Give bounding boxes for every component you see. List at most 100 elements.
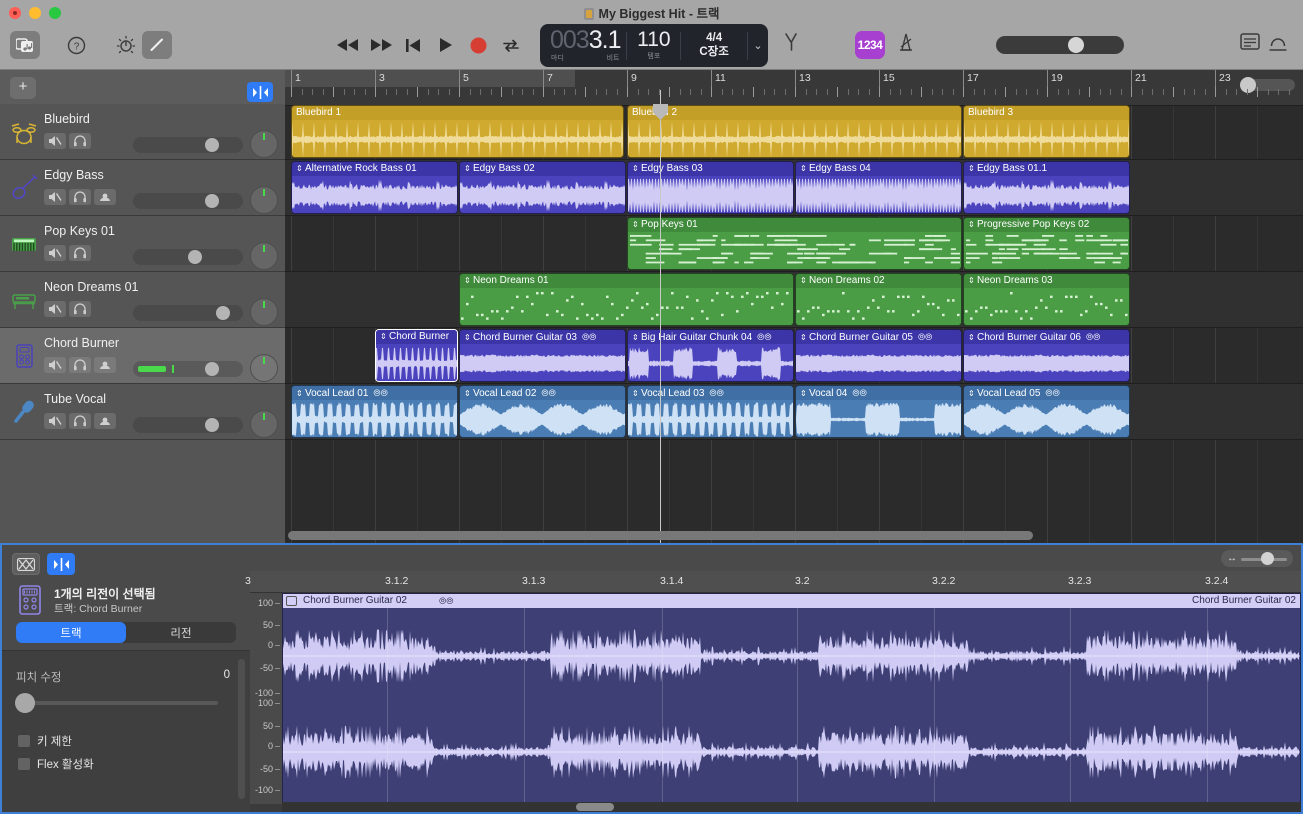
library-button[interactable]: [10, 31, 40, 59]
chevron-down-icon[interactable]: ⌄: [748, 39, 768, 52]
go-to-start-button[interactable]: [400, 31, 428, 59]
scrollbar-thumb[interactable]: [288, 531, 1033, 540]
pan-knob[interactable]: [250, 354, 278, 382]
region[interactable]: ⇕Alternative Rock Bass 01: [291, 161, 458, 214]
solo-button[interactable]: [69, 413, 91, 429]
pan-knob[interactable]: [250, 298, 278, 326]
pitch-correction-slider[interactable]: [18, 701, 218, 705]
lcd-position[interactable]: 003 3.1 마디 비트: [540, 24, 626, 67]
region[interactable]: ⇕Big Hair Guitar Chunk 04⦾⦾: [627, 329, 794, 382]
track-volume-slider[interactable]: [133, 417, 243, 433]
lcd-display[interactable]: 003 3.1 마디 비트 110 템포 4/4 C장조 ⌄: [540, 24, 768, 67]
track-lanes-grid[interactable]: Bluebird 1Bluebird 2Bluebird 3⇕Alternati…: [285, 106, 1303, 543]
timeline-horizontal-scrollbar[interactable]: [288, 531, 1300, 540]
track-lane-4[interactable]: [285, 272, 1303, 328]
mute-button[interactable]: [44, 133, 66, 149]
solo-button[interactable]: [69, 133, 91, 149]
region[interactable]: ⇕Pop Keys 01: [627, 217, 962, 270]
play-button[interactable]: [432, 31, 460, 59]
fast-forward-button[interactable]: [368, 31, 396, 59]
region[interactable]: ⇕Chord Burner: [375, 329, 458, 382]
zoom-slider-knob[interactable]: [1240, 77, 1256, 93]
smart-controls-button[interactable]: [112, 31, 140, 59]
region[interactable]: ⇕Vocal Lead 01⦾⦾: [291, 385, 458, 438]
tab-track[interactable]: 트랙: [16, 622, 126, 643]
ruler-cycle-band[interactable]: [285, 70, 575, 87]
editor-ruler[interactable]: 33.1.23.1.33.1.43.23.2.23.2.33.2.4: [250, 571, 1301, 593]
solo-button[interactable]: [69, 357, 91, 373]
playhead[interactable]: [660, 90, 661, 543]
region[interactable]: ⇕Neon Dreams 02: [795, 273, 962, 326]
region[interactable]: ⇕Vocal Lead 05⦾⦾: [963, 385, 1130, 438]
track-name[interactable]: Tube Vocal: [44, 392, 106, 406]
track-header-4[interactable]: Neon Dreams 01: [0, 272, 285, 328]
editor-region-title-bar[interactable]: Chord Burner Guitar 02 ⦾⦾ Chord Burner G…: [283, 594, 1300, 608]
volume-knob[interactable]: [205, 194, 219, 208]
pan-knob[interactable]: [250, 242, 278, 270]
solo-button[interactable]: [69, 301, 91, 317]
lcd-signature[interactable]: 4/4 C장조: [681, 24, 747, 67]
track-name[interactable]: Chord Burner: [44, 336, 119, 350]
rewind-button[interactable]: [334, 31, 362, 59]
note-pad-button[interactable]: [1240, 33, 1262, 55]
mute-button[interactable]: [44, 357, 66, 373]
record-enable-button[interactable]: [94, 357, 116, 373]
volume-knob[interactable]: [205, 362, 219, 376]
editor-region[interactable]: Chord Burner Guitar 02 ⦾⦾ Chord Burner G…: [282, 593, 1301, 804]
lcd-tempo[interactable]: 110 템포: [627, 24, 680, 67]
region[interactable]: Bluebird 1: [291, 105, 624, 158]
track-name[interactable]: Neon Dreams 01: [44, 280, 139, 294]
cycle-button[interactable]: [497, 31, 525, 59]
mute-button[interactable]: [44, 301, 66, 317]
track-header-3[interactable]: Pop Keys 01: [0, 216, 285, 272]
editor-horizontal-scrollbar[interactable]: [282, 802, 1301, 812]
track-volume-slider[interactable]: [133, 137, 243, 153]
tab-region[interactable]: 리전: [126, 622, 236, 643]
region[interactable]: ⇕Edgy Bass 01.1: [963, 161, 1130, 214]
track-name[interactable]: Edgy Bass: [44, 168, 104, 182]
region[interactable]: ⇕Chord Burner Guitar 05⦾⦾: [795, 329, 962, 382]
region[interactable]: ⇕Vocal Lead 03⦾⦾: [627, 385, 794, 438]
track-header-1[interactable]: Bluebird: [0, 104, 285, 160]
inspector-scrollbar[interactable]: [238, 659, 245, 799]
region[interactable]: ⇕Edgy Bass 04: [795, 161, 962, 214]
volume-knob[interactable]: [205, 418, 219, 432]
track-name[interactable]: Bluebird: [44, 112, 90, 126]
volume-knob[interactable]: [205, 138, 219, 152]
pitch-correction-knob[interactable]: [15, 693, 35, 713]
mute-button[interactable]: [44, 245, 66, 261]
loop-browser-button[interactable]: [1268, 33, 1290, 55]
mute-button[interactable]: [44, 413, 66, 429]
editors-button[interactable]: [142, 31, 172, 59]
pan-knob[interactable]: [250, 130, 278, 158]
region[interactable]: ⇕Neon Dreams 01: [459, 273, 794, 326]
automation-button[interactable]: [12, 553, 40, 575]
solo-button[interactable]: [69, 189, 91, 205]
region[interactable]: Bluebird 3: [963, 105, 1130, 158]
checkbox-box[interactable]: [18, 758, 30, 770]
help-button[interactable]: ?: [62, 31, 90, 59]
solo-button[interactable]: [69, 245, 91, 261]
track-volume-slider[interactable]: [133, 249, 243, 265]
record-enable-button[interactable]: [94, 413, 116, 429]
record-enable-button[interactable]: [94, 189, 116, 205]
checkbox-box[interactable]: [18, 735, 30, 747]
region[interactable]: ⇕Edgy Bass 02: [459, 161, 626, 214]
add-track-button[interactable]: +: [10, 77, 36, 99]
region[interactable]: ⇕Vocal 04⦾⦾: [795, 385, 962, 438]
record-button[interactable]: [464, 31, 492, 59]
volume-knob[interactable]: [216, 306, 230, 320]
region[interactable]: ⇕Neon Dreams 03: [963, 273, 1130, 326]
track-volume-slider[interactable]: [133, 305, 243, 321]
catch-playhead-button[interactable]: [247, 82, 273, 102]
region[interactable]: ⇕Vocal Lead 02⦾⦾: [459, 385, 626, 438]
pan-knob[interactable]: [250, 186, 278, 214]
track-header-5[interactable]: Chord Burner: [0, 328, 285, 384]
master-volume-knob[interactable]: [1068, 37, 1084, 53]
region[interactable]: ⇕Edgy Bass 03: [627, 161, 794, 214]
editor-zoom-knob[interactable]: [1261, 552, 1274, 565]
count-in-button[interactable]: 1234: [855, 31, 885, 59]
mute-button[interactable]: [44, 189, 66, 205]
track-header-2[interactable]: Edgy Bass: [0, 160, 285, 216]
limit-to-key-checkbox[interactable]: 키 제한: [18, 733, 72, 749]
